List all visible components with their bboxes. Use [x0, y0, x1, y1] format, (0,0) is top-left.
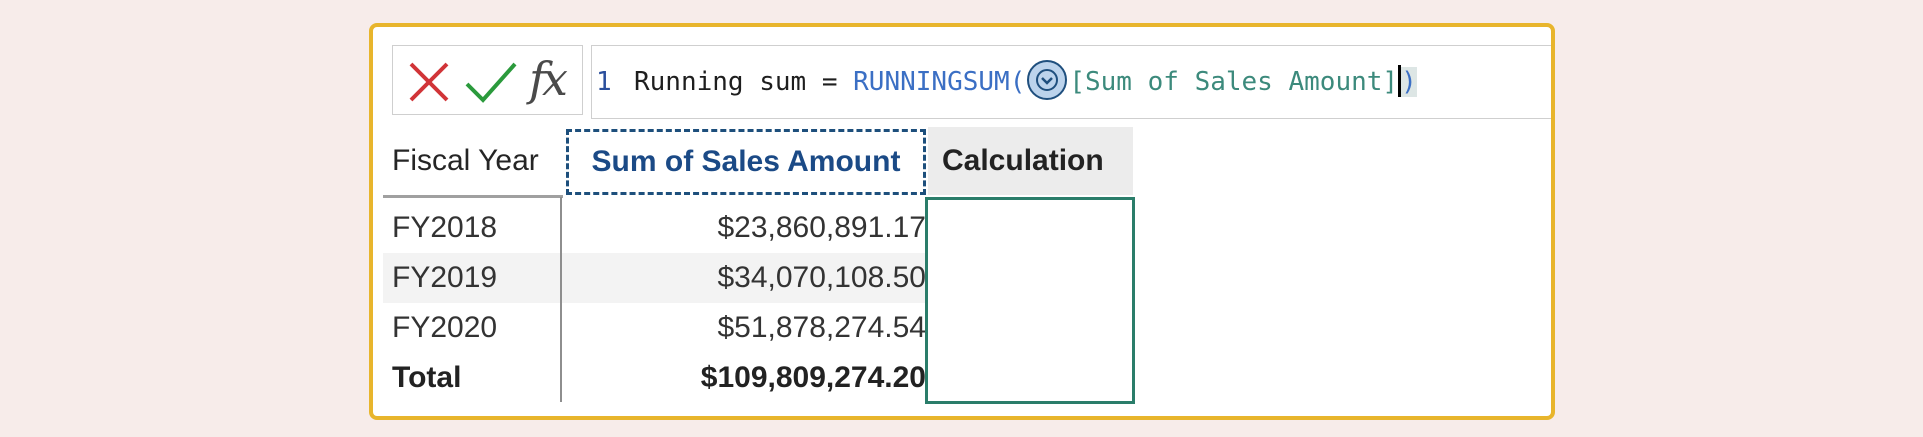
header-sum-of-sales-amount[interactable]: Sum of Sales Amount	[566, 129, 926, 195]
calculation-column-cells[interactable]	[925, 197, 1135, 404]
table-row: FY2019 $34,070,108.50	[383, 253, 938, 303]
table-row: FY2018 $23,860,891.17	[383, 203, 938, 253]
header-divider	[383, 195, 563, 198]
measure-name: Running sum =	[634, 67, 854, 97]
row-year: FY2020	[392, 311, 498, 344]
commit-check-icon[interactable]	[461, 46, 521, 121]
row-value: $51,878,274.54	[717, 311, 926, 344]
header-calculation[interactable]: Calculation	[928, 127, 1133, 195]
row-value: $34,070,108.50	[717, 261, 926, 294]
cancel-x-icon[interactable]	[401, 46, 457, 121]
text-caret	[1398, 64, 1402, 97]
column-divider	[560, 197, 562, 402]
table-row: FY2020 $51,878,274.54	[383, 303, 938, 353]
row-year: FY2019	[392, 261, 498, 294]
formula-actions: fx	[392, 45, 583, 115]
row-value: $23,860,891.17	[717, 211, 926, 244]
line-number: 1	[596, 67, 612, 97]
row-year: FY2018	[392, 211, 498, 244]
function-name: RUNNINGSUM(	[853, 67, 1026, 97]
formula-code: Running sum = RUNNINGSUM( [Sum of Sales A…	[634, 46, 1417, 118]
formula-editor-frame: fx 1 Running sum = RUNNINGSUM( [Sum of Sa…	[369, 23, 1555, 420]
close-paren: )	[1401, 67, 1417, 97]
function-argument: [Sum of Sales Amount]	[1069, 67, 1399, 97]
total-row: Total $109,809,274.20	[383, 353, 938, 403]
total-label: Total	[392, 361, 462, 394]
total-value: $109,809,274.20	[700, 361, 926, 394]
chevron-down-icon[interactable]	[1027, 59, 1068, 100]
formula-input[interactable]: 1 Running sum = RUNNINGSUM( [Sum of Sales…	[591, 45, 1551, 119]
header-fiscal-year[interactable]: Fiscal Year	[392, 127, 562, 195]
fx-icon[interactable]: fx	[529, 50, 568, 108]
